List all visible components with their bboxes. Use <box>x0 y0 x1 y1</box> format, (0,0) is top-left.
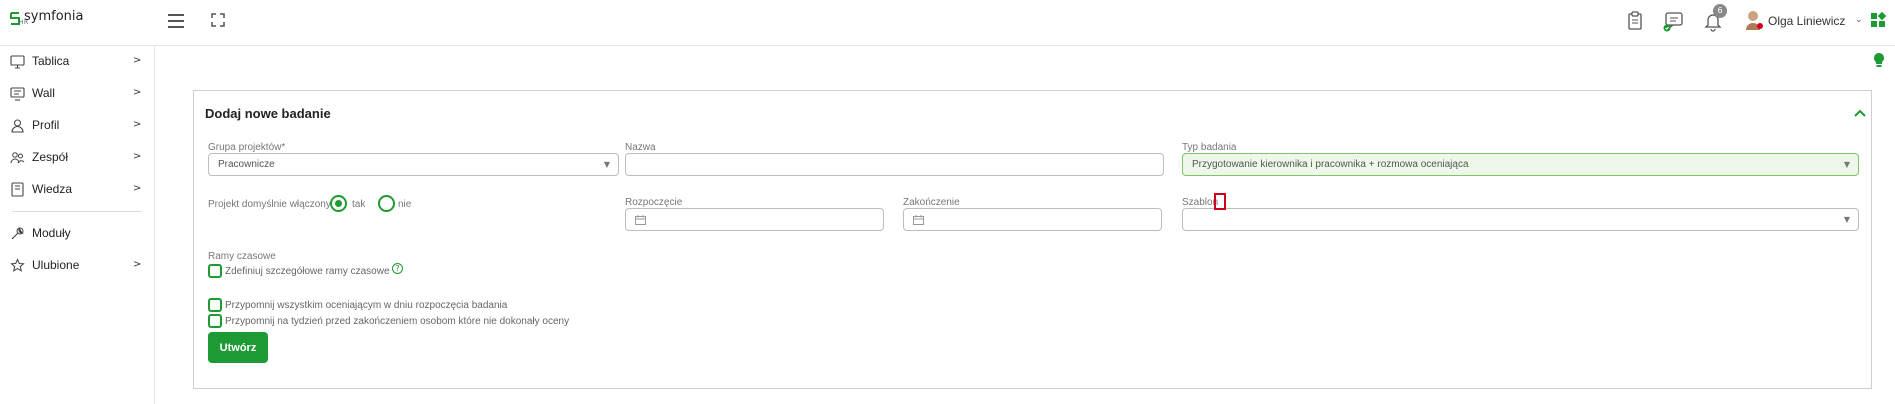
menu-toggle-icon[interactable] <box>168 14 184 28</box>
clipboard-icon[interactable] <box>1624 10 1646 32</box>
sidebar-item-label: Tablica <box>32 54 70 68</box>
radio-no-label: nie <box>398 199 412 210</box>
caret-down-icon: ▼ <box>1843 215 1850 224</box>
sidebar-item-profil[interactable]: Profil > <box>0 114 155 138</box>
group-select-value: Pracownicze <box>218 159 275 170</box>
type-select[interactable]: Przygotowanie kierownika i pracownika + … <box>1182 153 1859 176</box>
sidebar-item-wall[interactable]: Wall > <box>0 82 155 106</box>
chevron-right-icon: > <box>133 151 142 162</box>
group-label: Grupa projektów* <box>208 142 286 153</box>
default-label: Projekt domyślnie włączony <box>208 199 331 210</box>
sidebar-divider <box>12 211 142 212</box>
remind-week-label: Przypomnij na tydzień przed zakończeniem… <box>225 316 570 327</box>
help-icon[interactable]: ? <box>392 263 403 274</box>
create-button[interactable]: Utwórz <box>208 332 268 363</box>
end-date-input[interactable] <box>903 208 1162 231</box>
top-bar: symfonia HR 6 Olga Liniewicz ⌄ <box>0 0 1895 46</box>
type-label: Typ badania <box>1182 142 1237 153</box>
user-name[interactable]: Olga Liniewicz <box>1768 14 1845 28</box>
sidebar-item-ulubione[interactable]: Ulubione > <box>0 254 155 278</box>
calendar-icon <box>913 215 924 225</box>
name-input[interactable] <box>625 153 1164 176</box>
new-survey-panel: Dodaj nowe badanie Grupa projektów* Prac… <box>193 90 1872 389</box>
lightbulb-icon[interactable] <box>1872 52 1886 70</box>
apps-grid-icon[interactable] <box>1870 12 1886 28</box>
sidebar-item-label: Profil <box>32 118 60 132</box>
chevron-right-icon: > <box>133 87 142 98</box>
star-icon <box>10 258 25 272</box>
sidebar-item-label: Ulubione <box>32 258 80 272</box>
sidebar-item-moduly[interactable]: Moduły <box>0 222 155 246</box>
end-label: Zakończenie <box>903 197 960 208</box>
brand-name: symfonia <box>24 9 84 24</box>
group-select[interactable]: Pracownicze ▼ <box>208 153 619 176</box>
sidebar-item-wiedza[interactable]: Wiedza > <box>0 178 155 202</box>
radio-default-yes[interactable] <box>330 195 347 212</box>
chevron-right-icon: > <box>133 55 142 66</box>
chevron-right-icon: > <box>133 119 142 130</box>
chevron-up-icon[interactable] <box>1854 109 1866 117</box>
remind-week-checkbox[interactable] <box>208 314 222 328</box>
sidebar-item-label: Wall <box>32 86 55 100</box>
remind-start-label: Przypomnij wszystkim oceniającym w dniu … <box>225 300 508 311</box>
name-label: Nazwa <box>625 142 656 153</box>
template-label: Szablon <box>1182 197 1219 208</box>
brand-sub: HR <box>19 19 29 26</box>
messages-icon[interactable] <box>1663 10 1685 32</box>
caret-down-icon: ▼ <box>603 160 610 169</box>
highlight-box <box>1214 193 1226 210</box>
sidebar-item-label: Zespół <box>32 150 69 164</box>
sidebar-item-label: Wiedza <box>32 182 73 196</box>
calendar-icon <box>635 215 646 225</box>
timeframes-checkbox[interactable] <box>208 264 222 278</box>
type-select-value: Przygotowanie kierownika i pracownika + … <box>1192 159 1469 170</box>
wall-icon <box>10 87 25 101</box>
fullscreen-icon[interactable] <box>211 13 225 27</box>
user-icon <box>11 119 24 133</box>
start-label: Rozpoczęcie <box>625 197 683 208</box>
book-icon <box>11 182 24 197</box>
wrench-icon <box>11 227 24 240</box>
sidebar: Tablica > Wall > Profil > Zespół > Wiedz… <box>0 46 155 404</box>
notifications-badge: 6 <box>1713 4 1727 18</box>
panel-title: Dodaj nowe badanie <box>205 106 331 121</box>
avatar[interactable] <box>1744 9 1764 31</box>
timeframes-check-label: Zdefiniuj szczegółowe ramy czasowe <box>225 266 390 277</box>
chevron-right-icon: > <box>133 259 142 270</box>
monitor-icon <box>10 55 25 69</box>
chevron-down-icon[interactable]: ⌄ <box>1855 15 1863 25</box>
radio-yes-label: tak <box>352 199 366 210</box>
team-icon <box>10 152 25 164</box>
caret-down-icon: ▼ <box>1843 160 1850 169</box>
sidebar-item-tablica[interactable]: Tablica > <box>0 50 155 74</box>
start-date-input[interactable] <box>625 208 884 231</box>
remind-start-checkbox[interactable] <box>208 298 222 312</box>
sidebar-item-zespol[interactable]: Zespół > <box>0 146 155 170</box>
radio-default-no[interactable] <box>378 195 395 212</box>
sidebar-item-label: Moduły <box>32 226 71 240</box>
timeframes-label: Ramy czasowe <box>208 251 276 262</box>
chevron-right-icon: > <box>133 183 142 194</box>
template-select[interactable]: ▼ <box>1182 208 1859 231</box>
